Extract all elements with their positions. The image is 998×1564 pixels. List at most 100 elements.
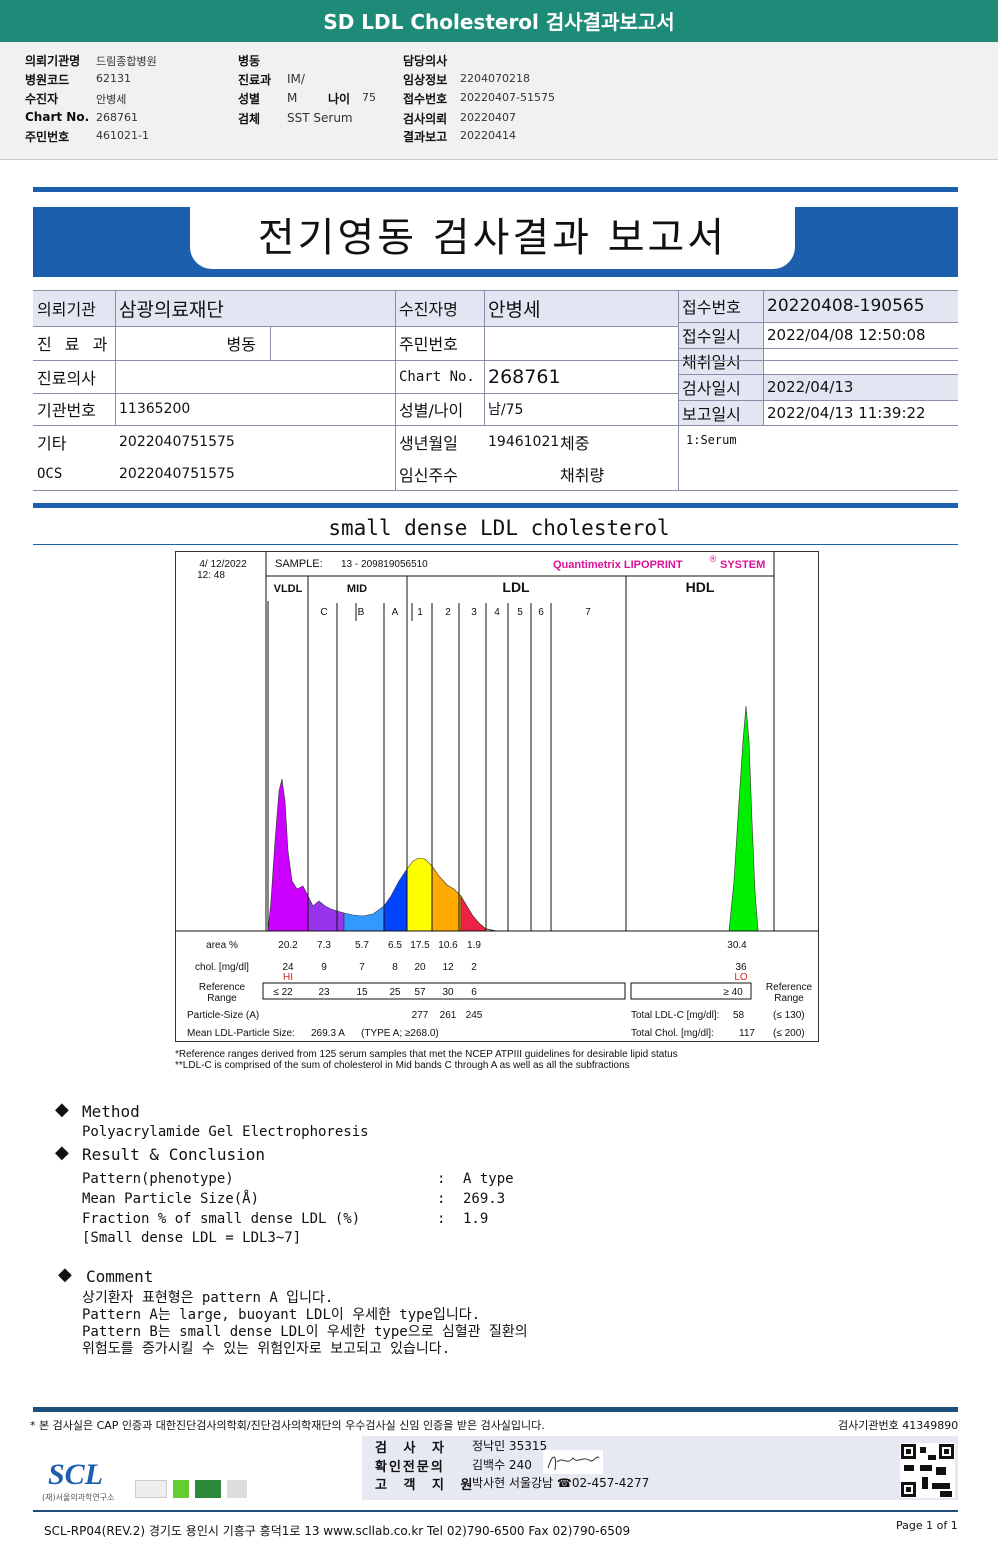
divider [33,503,958,508]
table-line [395,290,396,490]
sample-label: SAMPLE: [275,558,323,570]
table-line [33,326,678,327]
info-value: 20220407 [460,111,516,124]
table-line [763,290,764,425]
chol-value: 2 [471,962,477,973]
band-label: 7 [585,607,591,618]
scl-logo: SCL [48,1458,104,1491]
confirm-label: 확인전문의 [375,1460,445,1475]
comment-title: Comment [86,1267,154,1286]
total-ldlc-ref: (≤ 130) [773,1010,805,1021]
info-value: 2204070218 [460,72,530,85]
value-2 [763,348,958,374]
method-title: Method [82,1102,140,1121]
info-value: 20220407-51575 [460,91,555,104]
label-1: 접수일시 [678,322,763,348]
area-value: 17.5 [410,940,430,951]
info-value: 62131 [96,72,131,85]
particle-size-label: Particle-Size (A) [187,1010,259,1021]
info-value: 안병세 [96,93,127,106]
table-line [678,322,958,323]
reference-value: 30 [442,987,454,998]
scl-logo-subtitle: (재)서울의과학연구소 [42,1493,115,1502]
info-label: 의뢰기관명 [25,54,81,68]
band-label: A [392,607,399,618]
chol-value: 20 [414,962,426,973]
info-value: SST Serum [287,111,353,125]
band-area-2 [431,865,462,932]
value-1: 2022/04/08 12:50:08 [767,326,926,344]
particle-size-value: 261 [440,1010,457,1021]
total-chol-ref: (≤ 200) [773,1028,805,1039]
area-value: 20.2 [278,940,298,951]
reference-value: 23 [318,987,330,998]
table-line [33,393,678,394]
reference-value: 6 [471,987,477,998]
info-label: 주민번호 [25,130,70,144]
sample-id: 13 - 209819056510 [341,559,428,570]
total-chol-label: Total Chol. [mg/dl]: [631,1028,714,1039]
band-label: B [358,607,365,618]
bullet-diamond-icon: ◆ [55,1142,69,1163]
band-area-a [383,868,408,932]
info-label: 검사의뢰 [403,112,448,126]
value-institution-no: 11365200 [119,401,191,417]
band-area-c [307,895,345,932]
mean-size-type: (TYPE A; ≥268.0) [361,1028,439,1039]
aab-logo-icon [227,1480,247,1498]
electropherogram-svg: 4/ 12/202212: 48 SAMPLE: 13 - 209819056510… [176,552,819,1039]
label-rrn: 주민번호 [399,335,458,354]
area-value: 1.9 [467,940,481,951]
info-label: 성별 [238,92,261,106]
reference-value: 15 [356,987,368,998]
label-institution: 의뢰기관 [33,290,115,326]
info-label: 임상정보 [403,73,448,87]
result-key: Pattern(phenotype) [82,1171,234,1187]
result-note: [Small dense LDL = LDL3~7] [82,1230,302,1246]
label-birthdate: 생년월일 [399,433,458,453]
info-label: 수진자 [25,92,59,106]
label-3: 검사일시 [678,374,763,400]
info-value: 드림종합병원 [96,55,157,68]
info-value: M [287,91,298,105]
comment-line: 위험도를 증가시킬 수 있는 위험인자로 보고되고 있습니다. [82,1341,451,1357]
mean-size-value: 269.3 A [311,1028,345,1039]
info-value: 461021-1 [96,129,149,142]
label-0: 접수번호 [678,290,763,322]
row-label-ref: Range [207,993,237,1004]
report-header-title: SD LDL Cholesterol 검사결과보고서 [0,0,998,42]
label-sex-age: 성별/나이 [399,401,464,420]
label-volume: 채취량 [560,466,605,485]
signature-icon [543,1450,603,1474]
support-label: 고 객 지 원 [375,1478,479,1493]
bullet-diamond-icon: ◆ [55,1099,69,1120]
label-2: 채취일시 [678,348,763,374]
table-line [115,290,116,425]
report-title: 전기영동 검사결과 보고서 [190,207,795,269]
confirm-value: 김백수 240 [472,1458,532,1472]
info-label: Chart No. [25,110,90,124]
value-4: 2022/04/13 11:39:22 [767,403,926,422]
result-colon: : [437,1211,446,1227]
area-value-hdl: 30.4 [727,940,747,951]
info-label: 담당의사 [403,54,448,68]
band-label: 2 [445,607,451,618]
total-ldlc-value: 58 [733,1010,745,1021]
label-doctor: 진료의사 [37,368,96,388]
age-label: 나이 [328,92,351,106]
chart-date: 4/ 12/2022 [199,559,247,570]
row-label-chol: chol. [mg/dl] [195,962,249,973]
result-key: Mean Particle Size(Å) [82,1191,260,1207]
support-value: 박사현 서울강남 ☎02-457-4277 [472,1476,650,1490]
info-value: 20220414 [460,129,516,142]
row-label-ref: Reference [199,982,246,993]
table-line [678,348,958,349]
certification-note: * 본 검사실은 CAP 인증과 대한진단검사의학회/진단검사의학재단의 우수검… [30,1419,545,1432]
label-pregnancy-weeks: 임신주수 [399,466,458,485]
electropherogram-chart: 4/ 12/2022 12: 48 SAMPLE: 13 - 209819056510… [175,551,819,1042]
table-line [33,490,958,491]
label-weight: 체중 [560,433,590,453]
info-label: 접수번호 [403,92,448,106]
tester-value: 정낙민 35315 [472,1439,548,1453]
brand-suffix: SYSTEM [720,559,765,571]
